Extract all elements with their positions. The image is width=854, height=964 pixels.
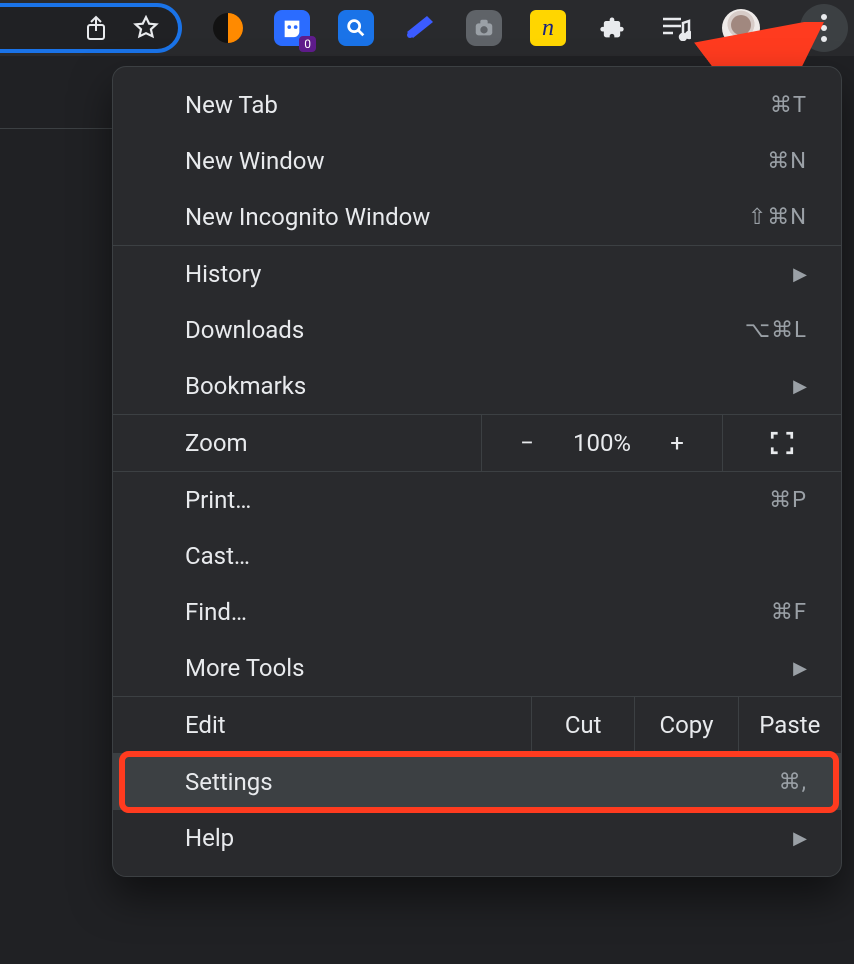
- menu-edit-label: Edit: [113, 697, 531, 753]
- chevron-right-icon: ▶: [793, 658, 807, 679]
- menu-item-label: New Window: [185, 147, 767, 175]
- toolbar-divider: [0, 128, 115, 129]
- extension-icon-3[interactable]: [338, 10, 374, 46]
- fullscreen-button[interactable]: [723, 415, 841, 471]
- menu-item-label: History: [185, 260, 793, 288]
- menu-item-label: Downloads: [185, 316, 745, 344]
- omnibox-right-edge: [0, 3, 182, 53]
- menu-item-shortcut: ⌘N: [767, 149, 807, 174]
- bookmark-star-icon[interactable]: [132, 14, 160, 42]
- more-menu-button[interactable]: [800, 4, 848, 52]
- menu-item-shortcut: ⌥⌘L: [745, 318, 807, 343]
- fullscreen-icon: [769, 430, 795, 456]
- menu-item-label: More Tools: [185, 654, 793, 682]
- menu-item-shortcut: ⌘F: [771, 600, 807, 625]
- zoom-controls: − 100% +: [482, 415, 723, 471]
- extension-icon-5[interactable]: [466, 10, 502, 46]
- menu-edit-row: Edit Cut Copy Paste: [113, 696, 841, 753]
- extension-icon-4[interactable]: [402, 10, 438, 46]
- menu-new-tab[interactable]: New Tab ⌘T: [113, 77, 841, 133]
- zoom-value: 100%: [573, 429, 631, 457]
- menu-item-label: Help: [185, 824, 793, 852]
- chevron-right-icon: ▶: [793, 828, 807, 849]
- extensions-row: 0 n: [210, 4, 854, 52]
- extension-icon-1[interactable]: [210, 10, 246, 46]
- menu-find[interactable]: Find… ⌘F: [113, 584, 841, 640]
- menu-new-incognito[interactable]: New Incognito Window ⇧⌘N: [113, 189, 841, 245]
- chevron-right-icon: ▶: [793, 264, 807, 285]
- menu-settings[interactable]: Settings ⌘,: [113, 754, 841, 810]
- menu-zoom-label: Zoom: [113, 415, 482, 471]
- menu-item-label: Settings: [185, 768, 779, 796]
- menu-item-label: Bookmarks: [185, 372, 793, 400]
- chevron-right-icon: ▶: [793, 376, 807, 397]
- edit-copy-button[interactable]: Copy: [634, 697, 737, 753]
- menu-bookmarks[interactable]: Bookmarks ▶: [113, 358, 841, 414]
- menu-item-label: New Tab: [185, 91, 770, 119]
- menu-item-shortcut: ⌘P: [769, 488, 807, 513]
- browser-menu: New Tab ⌘T New Window ⌘N New Incognito W…: [112, 66, 842, 877]
- menu-item-label: Print…: [185, 486, 769, 514]
- zoom-out-button[interactable]: −: [515, 429, 539, 457]
- share-icon[interactable]: [82, 14, 110, 42]
- media-control-icon[interactable]: [658, 10, 694, 46]
- menu-item-shortcut: ⌘T: [770, 93, 807, 118]
- menu-help[interactable]: Help ▶: [113, 810, 841, 866]
- menu-item-label: New Incognito Window: [185, 203, 748, 231]
- edit-cut-button[interactable]: Cut: [531, 697, 634, 753]
- extension-badge: 0: [299, 36, 316, 52]
- menu-zoom-row: Zoom − 100% +: [113, 414, 841, 471]
- menu-more-tools[interactable]: More Tools ▶: [113, 640, 841, 696]
- extensions-puzzle-icon[interactable]: [594, 10, 630, 46]
- edit-paste-button[interactable]: Paste: [738, 697, 841, 753]
- menu-print[interactable]: Print… ⌘P: [113, 472, 841, 528]
- browser-toolbar: 0 n: [0, 0, 854, 56]
- menu-history[interactable]: History ▶: [113, 246, 841, 302]
- extension-icon-6[interactable]: n: [530, 10, 566, 46]
- menu-item-label: Find…: [185, 598, 771, 626]
- menu-new-window[interactable]: New Window ⌘N: [113, 133, 841, 189]
- zoom-in-button[interactable]: +: [665, 429, 689, 457]
- menu-item-shortcut: ⌘,: [779, 770, 807, 795]
- annotation-settings-highlight: Settings ⌘,: [113, 754, 841, 810]
- menu-item-label: Cast…: [185, 542, 807, 570]
- profile-avatar[interactable]: [722, 9, 760, 47]
- kebab-icon: [821, 14, 827, 42]
- menu-downloads[interactable]: Downloads ⌥⌘L: [113, 302, 841, 358]
- extension-icon-2[interactable]: 0: [274, 10, 310, 46]
- menu-cast[interactable]: Cast…: [113, 528, 841, 584]
- menu-item-shortcut: ⇧⌘N: [748, 205, 807, 230]
